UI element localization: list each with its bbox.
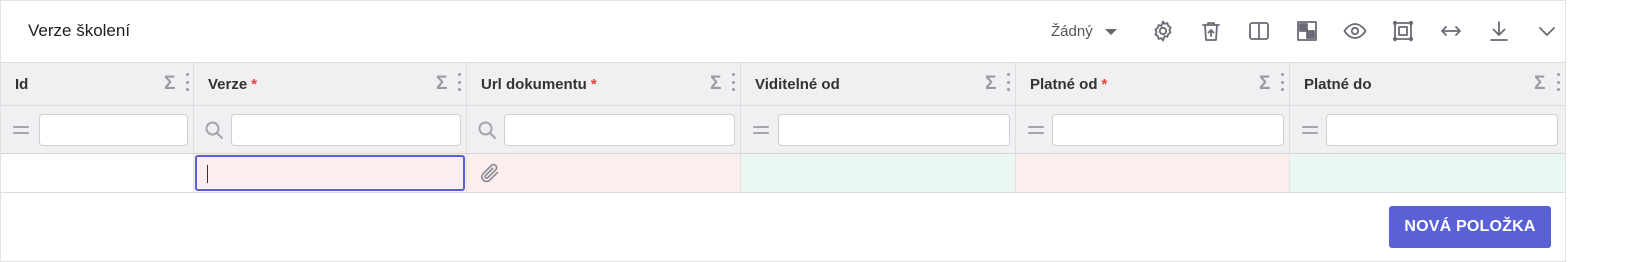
- training-versions-panel: Verze školení Žádný Id Σ Verze * Σ Url d…: [0, 0, 1637, 262]
- arrows-horizontal-icon[interactable]: [1437, 17, 1465, 45]
- chevron-down-icon[interactable]: [1533, 17, 1561, 45]
- column-label: Verze *: [208, 76, 257, 93]
- new-item-button[interactable]: NOVÁ POLOŽKA: [1389, 206, 1551, 248]
- column-label: Platné od *: [1030, 76, 1107, 93]
- column-label-text: Platné do: [1304, 76, 1372, 93]
- filter-input-id[interactable]: [39, 114, 188, 146]
- column-header-viditelne-od[interactable]: Viditelné od Σ: [741, 63, 1016, 106]
- caret-down-icon: [1104, 28, 1117, 35]
- column-menu-icon[interactable]: [1557, 73, 1561, 91]
- cell-viditelne-od[interactable]: [741, 154, 1016, 192]
- equals-icon[interactable]: [751, 120, 771, 140]
- filter-input-verze[interactable]: [231, 114, 461, 146]
- filter-input-viditelne-od[interactable]: [778, 114, 1010, 146]
- column-label: Url dokumentu *: [481, 76, 597, 93]
- column-menu-icon[interactable]: [732, 73, 736, 91]
- right-gutter: [1565, 0, 1637, 262]
- filter-cell-platne-do: [1290, 106, 1566, 153]
- download-icon[interactable]: [1485, 17, 1513, 45]
- trash-restore-icon[interactable]: [1197, 17, 1225, 45]
- equals-icon[interactable]: [11, 120, 31, 140]
- filter-cell-viditelne-od: [741, 106, 1016, 153]
- filter-cell-id: [1, 106, 194, 153]
- column-header-verze[interactable]: Verze * Σ: [194, 63, 467, 106]
- grid-header-row: Id Σ Verze * Σ Url dokumentu * Σ Viditelné…: [1, 62, 1637, 106]
- equals-icon[interactable]: [1026, 120, 1046, 140]
- sigma-icon[interactable]: Σ: [436, 73, 447, 95]
- column-label: Id: [15, 76, 28, 93]
- sigma-icon[interactable]: Σ: [164, 73, 175, 95]
- column-label: Platné do: [1304, 76, 1372, 93]
- column-label-text: Viditelné od: [755, 76, 840, 93]
- panel-header: Verze školení Žádný: [1, 1, 1637, 62]
- column-menu-icon[interactable]: [1007, 73, 1011, 91]
- column-header-id[interactable]: Id Σ: [1, 63, 194, 106]
- required-mark: *: [251, 76, 258, 93]
- filter-cell-platne-od: [1016, 106, 1290, 153]
- data-grid: Id Σ Verze * Σ Url dokumentu * Σ Viditelné…: [1, 62, 1637, 193]
- filter-input-platne-od[interactable]: [1052, 114, 1284, 146]
- column-header-url-dokumentu[interactable]: Url dokumentu * Σ: [467, 63, 741, 106]
- grouping-select[interactable]: Žádný: [1051, 23, 1117, 40]
- search-icon[interactable]: [477, 120, 497, 140]
- cell-platne-do[interactable]: [1290, 154, 1566, 192]
- grouping-select-value: Žádný: [1051, 23, 1093, 40]
- column-menu-icon[interactable]: [186, 73, 190, 91]
- text-cursor: [207, 165, 208, 183]
- sigma-icon[interactable]: Σ: [985, 73, 996, 95]
- column-header-platne-od[interactable]: Platné od * Σ: [1016, 63, 1290, 106]
- column-label-text: Id: [15, 76, 29, 93]
- column-menu-icon[interactable]: [1281, 73, 1285, 91]
- filter-input-platne-do[interactable]: [1326, 114, 1558, 146]
- sigma-icon[interactable]: Σ: [1259, 73, 1270, 95]
- eye-icon[interactable]: [1341, 17, 1369, 45]
- paperclip-icon[interactable]: [479, 162, 501, 184]
- required-mark: *: [1101, 76, 1108, 93]
- cell-url-dokumentu[interactable]: [467, 154, 741, 192]
- sigma-icon[interactable]: Σ: [710, 73, 721, 95]
- layout-icon[interactable]: [1293, 17, 1321, 45]
- cell-id[interactable]: [1, 154, 194, 192]
- column-header-platne-do[interactable]: Platné do Σ: [1290, 63, 1566, 106]
- column-menu-icon[interactable]: [458, 73, 462, 91]
- required-mark: *: [590, 76, 597, 93]
- frame-icon[interactable]: [1389, 17, 1417, 45]
- filter-cell-verze: [194, 106, 467, 153]
- column-label: Viditelné od: [755, 76, 840, 93]
- column-label-text: Verze: [208, 76, 248, 93]
- new-row: [1, 154, 1637, 193]
- cell-platne-od[interactable]: [1016, 154, 1290, 192]
- grid-filter-row: [1, 106, 1637, 154]
- cell-verze[interactable]: [194, 154, 467, 192]
- toolbar: Žádný: [1051, 1, 1637, 62]
- equals-icon[interactable]: [1300, 120, 1320, 140]
- gear-icon[interactable]: [1149, 17, 1177, 45]
- column-label-text: Platné od: [1030, 76, 1098, 93]
- filter-input-url-dokumentu[interactable]: [504, 114, 735, 146]
- panel-title: Verze školení: [28, 21, 131, 40]
- search-icon[interactable]: [204, 120, 224, 140]
- sigma-icon[interactable]: Σ: [1534, 73, 1545, 95]
- column-label-text: Url dokumentu: [481, 76, 587, 93]
- verze-editor-input[interactable]: [195, 155, 465, 191]
- columns-icon[interactable]: [1245, 17, 1273, 45]
- filter-cell-url-dokumentu: [467, 106, 741, 153]
